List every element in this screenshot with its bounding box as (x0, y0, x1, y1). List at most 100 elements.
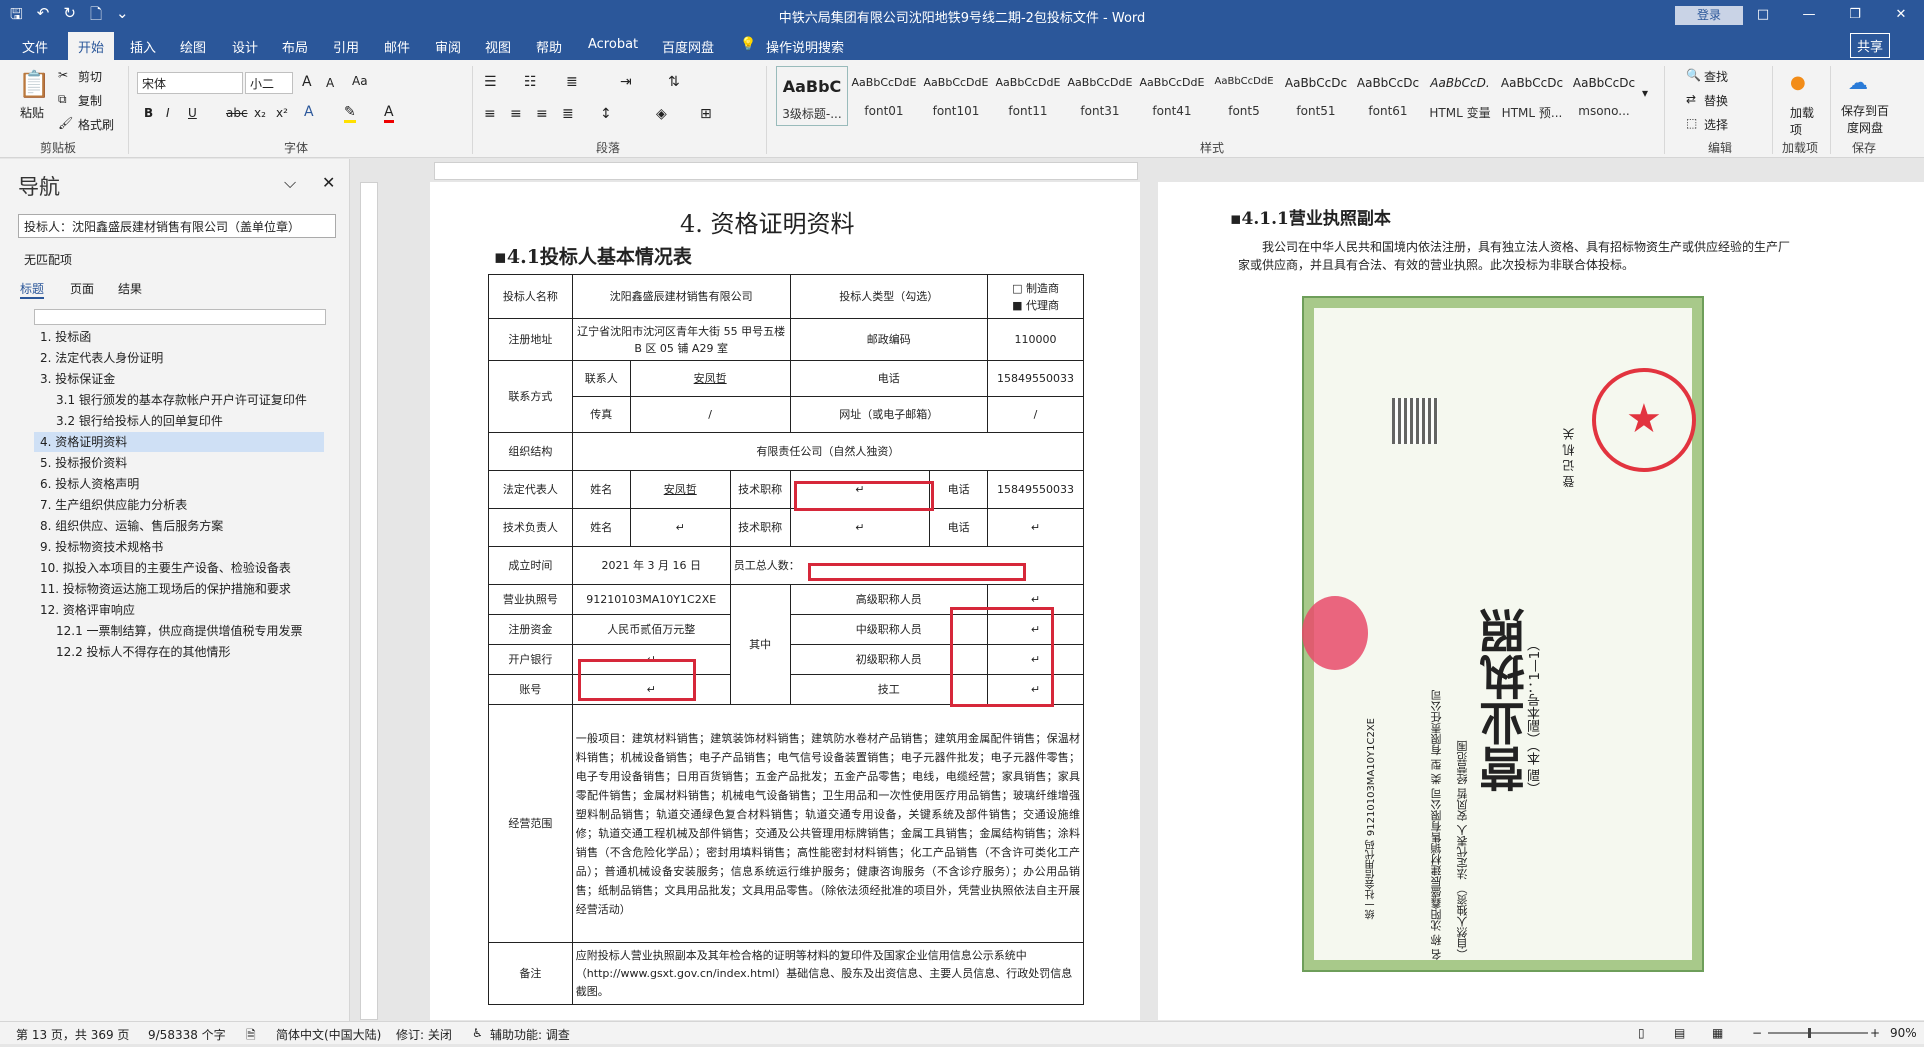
tell-me-search[interactable]: 操作说明搜索 (766, 37, 844, 56)
italic-button[interactable]: I (166, 106, 170, 120)
highlight-icon[interactable]: ✎ (344, 104, 356, 123)
nav-tab-pages[interactable]: 页面 (70, 280, 94, 297)
align-left-icon[interactable]: ≡ (484, 106, 496, 122)
restore-icon[interactable]: ❐ (1832, 0, 1878, 30)
style-item[interactable]: AaBbCcDdE font31 (1064, 66, 1136, 126)
nav-close-icon[interactable]: ✕ (322, 173, 335, 192)
tab-acrobat[interactable]: Acrobat (588, 37, 638, 52)
text-effects-icon[interactable]: A (304, 104, 314, 120)
style-item[interactable]: AaBbCcDdE font01 (848, 66, 920, 126)
vertical-ruler[interactable] (360, 182, 378, 1020)
zoom-slider[interactable] (1768, 1032, 1868, 1034)
format-painter-button[interactable]: 格式刷 (78, 116, 114, 133)
horizontal-ruler[interactable] (434, 162, 1138, 180)
document-page-right[interactable]: ▪4.1.1营业执照副本 我公司在中华人民共和国境内依法注册，具有独立法人资格、… (1158, 182, 1924, 1020)
save-baidu-button[interactable]: 保存到百度网盘 (1838, 102, 1892, 136)
copy-button[interactable]: 复制 (78, 92, 102, 109)
paste-button[interactable]: 粘贴 (20, 104, 44, 121)
tab-help[interactable]: 帮助 (536, 37, 562, 56)
style-item[interactable]: AaBbCcDdE font101 (920, 66, 992, 126)
style-item[interactable]: AaBbCcDdE font11 (992, 66, 1064, 126)
paste-icon[interactable]: 📋 (18, 70, 50, 100)
tab-review[interactable]: 审阅 (435, 37, 461, 56)
styles-more-icon[interactable]: ▾ (1642, 86, 1648, 100)
nav-scroll-bar[interactable] (34, 309, 326, 325)
addin-button[interactable]: 加载项 (1790, 104, 1816, 138)
nav-heading-item[interactable]: 12.2 投标人不得存在的其他情形 (56, 642, 231, 662)
nav-heading-item[interactable]: 9. 投标物资技术规格书 (40, 537, 163, 557)
document-page-left[interactable]: 4. 资格证明资料 ▪4.1投标人基本情况表 投标人名称 沈阳鑫盛辰建材销售有限… (430, 182, 1140, 1020)
superscript-button[interactable]: x² (276, 106, 288, 120)
shrink-font-button[interactable]: A (326, 76, 334, 90)
grow-font-button[interactable]: A (302, 74, 312, 90)
font-size-select[interactable]: 小二 (245, 72, 293, 94)
nav-heading-item-selected[interactable]: 4. 资格证明资料 (34, 432, 324, 452)
nav-heading-item[interactable]: 1. 投标函 (40, 327, 91, 347)
style-item[interactable]: AaBbCcDc msono... (1568, 66, 1640, 126)
language[interactable]: 简体中文(中国大陆) (276, 1026, 381, 1043)
style-item[interactable]: AaBbCcDc font61 (1352, 66, 1424, 126)
nav-heading-item[interactable]: 3.2 银行给投标人的回单复印件 (56, 411, 223, 431)
style-item[interactable]: AaBbCcD. HTML 变量 (1424, 66, 1496, 126)
read-mode-icon[interactable]: ▯ (1638, 1026, 1645, 1040)
tab-insert[interactable]: 插入 (130, 37, 156, 56)
tab-mailings[interactable]: 邮件 (384, 37, 410, 56)
nav-heading-item[interactable]: 3. 投标保证金 (40, 369, 115, 389)
nav-heading-item[interactable]: 7. 生产组织供应能力分析表 (40, 495, 187, 515)
share-button[interactable]: 共享 (1850, 33, 1891, 58)
tab-view[interactable]: 视图 (485, 37, 511, 56)
multilevel-icon[interactable]: ≣ (566, 74, 578, 90)
style-item[interactable]: AaBbCcDdE font5 (1208, 66, 1280, 126)
subscript-button[interactable]: x₂ (254, 106, 266, 120)
bold-button[interactable]: B (144, 106, 153, 120)
align-center-icon[interactable]: ≡ (510, 106, 522, 122)
indent-icon[interactable]: ⇥ (620, 74, 632, 90)
zoom-level[interactable]: 90% (1890, 1026, 1917, 1040)
style-item[interactable]: AaBbCcDc font51 (1280, 66, 1352, 126)
copy-icon[interactable]: ⧉ (58, 92, 67, 107)
addin-icon[interactable]: ● (1790, 72, 1806, 93)
close-icon[interactable]: ✕ (1878, 0, 1924, 30)
nav-search-input[interactable]: 投标人：沈阳鑫盛辰建材销售有限公司（盖单位章） (18, 214, 336, 238)
shading-icon[interactable]: ◈ (656, 106, 667, 122)
nav-heading-item[interactable]: 5. 投标报价资料 (40, 453, 127, 473)
sort-icon[interactable]: ⇅ (668, 74, 680, 90)
nav-heading-item[interactable]: 12.1 一票制结算，供应商提供增值税专用发票 (56, 621, 303, 641)
accessibility-status[interactable]: 辅助功能: 调查 (490, 1026, 570, 1043)
zoom-slider-thumb[interactable] (1808, 1028, 1811, 1038)
accessibility-icon[interactable]: ♿ (472, 1026, 483, 1040)
strike-button[interactable]: abc (226, 106, 248, 120)
zoom-out-icon[interactable]: − (1752, 1026, 1762, 1040)
replace-icon[interactable]: ⇄ (1686, 92, 1696, 106)
cut-button[interactable]: 剪切 (78, 68, 102, 85)
login-button[interactable]: 登录 (1675, 6, 1743, 25)
font-color-icon[interactable]: A (384, 104, 394, 123)
align-right-icon[interactable]: ≡ (536, 106, 548, 122)
style-item[interactable]: AaBbCcDdE font41 (1136, 66, 1208, 126)
nav-tab-results[interactable]: 结果 (118, 280, 142, 297)
web-layout-icon[interactable]: ▦ (1712, 1026, 1723, 1040)
font-name-select[interactable]: 宋体 (137, 72, 243, 94)
cut-icon[interactable]: ✂ (58, 68, 68, 82)
numbering-icon[interactable]: ☷ (524, 74, 537, 90)
nav-heading-item[interactable]: 3.1 银行颁发的基本存款帐户开户许可证复印件 (56, 390, 307, 410)
change-case-button[interactable]: Aa (352, 74, 368, 88)
tab-design[interactable]: 设计 (232, 37, 258, 56)
justify-icon[interactable]: ≣ (562, 106, 574, 122)
style-item[interactable]: AaBbC 3级标题-... (776, 66, 848, 126)
style-item[interactable]: AaBbCcDc HTML 预... (1496, 66, 1568, 126)
select-button[interactable]: 选择 (1704, 116, 1728, 133)
ribbon-display-icon[interactable]: □ (1740, 0, 1786, 30)
nav-heading-item[interactable]: 12. 资格评审响应 (40, 600, 135, 620)
underline-button[interactable]: U (188, 106, 197, 120)
nav-heading-item[interactable]: 11. 投标物资运达施工现场后的保护措施和要求 (40, 579, 291, 599)
format-painter-icon[interactable]: 🖌 (58, 116, 73, 130)
tab-file[interactable]: 文件 (22, 37, 48, 56)
tab-home[interactable]: 开始 (68, 32, 115, 62)
line-spacing-icon[interactable]: ↕ (600, 106, 612, 122)
tab-draw[interactable]: 绘图 (180, 37, 206, 56)
bullets-icon[interactable]: ☰ (484, 74, 497, 90)
page-count[interactable]: 第 13 页，共 369 页 (16, 1026, 129, 1043)
nav-heading-item[interactable]: 8. 组织供应、运输、售后服务方案 (40, 516, 223, 536)
nav-options-icon[interactable]: ⌵ (284, 173, 296, 193)
